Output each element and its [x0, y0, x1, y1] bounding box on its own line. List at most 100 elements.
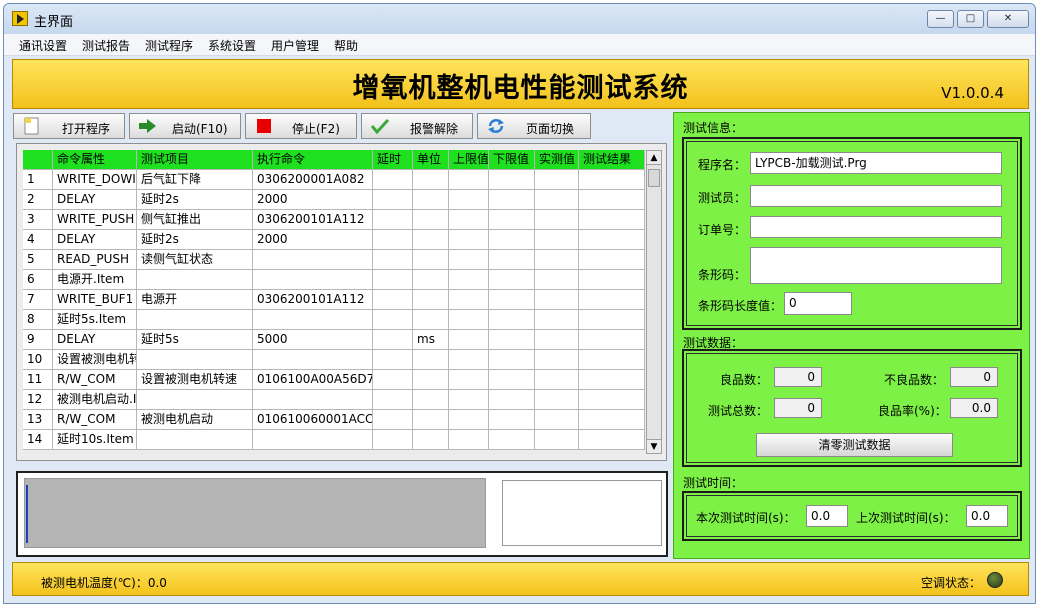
- table-cell: [373, 290, 413, 310]
- table-cell: 12: [23, 390, 53, 410]
- table-scrollbar[interactable]: ▲ ▼: [646, 150, 662, 454]
- close-button[interactable]: ✕: [987, 10, 1029, 28]
- table-cell: [413, 170, 449, 190]
- table-cell: [579, 430, 645, 450]
- table-cell: [137, 310, 253, 330]
- scroll-thumb[interactable]: [648, 169, 660, 187]
- table-cell: 延时2s: [137, 230, 253, 250]
- table-cell: [535, 330, 579, 350]
- table-cell: 设置被测电机转速: [137, 370, 253, 390]
- table-row[interactable]: 14 延时10s.Item: [23, 430, 645, 450]
- program-name-field[interactable]: LYPCB-加载测试.Prg: [750, 152, 1002, 174]
- table-header-row: 命令属性 测试项目 执行命令 延时 单位 上限值 下限值 实测值 测试结果: [23, 150, 645, 170]
- column-header: 命令属性: [53, 150, 137, 170]
- menu-test-report[interactable]: 测试报告: [82, 37, 130, 54]
- table-cell: 11: [23, 370, 53, 390]
- title-bar: 主界面 — □ ✕: [4, 4, 1035, 34]
- table-cell: 延时2s: [137, 190, 253, 210]
- table-cell: [489, 170, 535, 190]
- table-row[interactable]: 11 R/W_COM 设置被测电机转速 0106100A00A56D73: [23, 370, 645, 390]
- table-row[interactable]: 1 WRITE_DOWI 后气缸下降 0306200001A082: [23, 170, 645, 190]
- table-cell: [535, 250, 579, 270]
- table-row[interactable]: 8 延时5s.Item: [23, 310, 645, 330]
- table-cell: [489, 190, 535, 210]
- refresh-icon: [486, 117, 506, 135]
- main-window: 主界面 — □ ✕ 通讯设置 测试报告 测试程序 系统设置 用户管理 帮助 增氧…: [3, 3, 1036, 604]
- table-cell: [373, 190, 413, 210]
- table-row[interactable]: 5 READ_PUSH 读侧气缸状态: [23, 250, 645, 270]
- test-info-section: 程序名： LYPCB-加载测试.Prg 测试员： 订单号： 条形码： 条形码长度…: [682, 137, 1022, 330]
- table-cell: 设置被测电机转: [53, 350, 137, 370]
- table-cell: [535, 270, 579, 290]
- menu-system-settings[interactable]: 系统设置: [208, 37, 256, 54]
- motor-temperature: 被测电机温度(℃)：0.0: [41, 576, 167, 590]
- table-row[interactable]: 9 DELAY 延时5s 5000 ms: [23, 330, 645, 350]
- table-row[interactable]: 12 被测电机启动.I: [23, 390, 645, 410]
- table-cell: [413, 290, 449, 310]
- table-cell: [373, 390, 413, 410]
- table-cell: [373, 250, 413, 270]
- table-cell: [449, 270, 489, 290]
- alarm-reset-button[interactable]: 报警解除: [361, 113, 473, 139]
- barcode-field[interactable]: [750, 247, 1002, 284]
- table-row[interactable]: 10 设置被测电机转: [23, 350, 645, 370]
- stop-button[interactable]: 停止(F2): [245, 113, 357, 139]
- table-cell: [535, 410, 579, 430]
- menu-user-management[interactable]: 用户管理: [271, 37, 319, 54]
- table-cell: [413, 370, 449, 390]
- menu-help[interactable]: 帮助: [334, 37, 358, 54]
- table-cell: [579, 330, 645, 350]
- table-cell: 读侧气缸状态: [137, 250, 253, 270]
- table-cell: [413, 410, 449, 430]
- menu-comm-settings[interactable]: 通讯设置: [19, 37, 67, 54]
- table-cell: [579, 310, 645, 330]
- table-cell: [579, 370, 645, 390]
- page-switch-button[interactable]: 页面切换: [477, 113, 591, 139]
- table-cell: [253, 310, 373, 330]
- table-row[interactable]: 2 DELAY 延时2s 2000: [23, 190, 645, 210]
- open-file-icon: [22, 117, 42, 135]
- table-cell: 2: [23, 190, 53, 210]
- open-program-button[interactable]: 打开程序: [13, 113, 125, 139]
- scroll-down-arrow-icon[interactable]: ▼: [647, 439, 661, 453]
- progress-display: [24, 478, 486, 548]
- table-cell: 9: [23, 330, 53, 350]
- table-cell: [579, 410, 645, 430]
- table-cell: [373, 430, 413, 450]
- table-cell: [413, 190, 449, 210]
- table-row[interactable]: 3 WRITE_PUSH 侧气缸推出 0306200101A112: [23, 210, 645, 230]
- table-cell: [489, 410, 535, 430]
- table-cell: [413, 210, 449, 230]
- column-header: 执行命令: [253, 150, 373, 170]
- table-cell: [449, 210, 489, 230]
- order-number-field[interactable]: [750, 216, 1002, 238]
- table-cell: WRITE_PUSH: [53, 210, 137, 230]
- table-cell: WRITE_DOWI: [53, 170, 137, 190]
- table-cell: 侧气缸推出: [137, 210, 253, 230]
- tester-field[interactable]: [750, 185, 1002, 207]
- scroll-up-arrow-icon[interactable]: ▲: [647, 151, 661, 165]
- minimize-button[interactable]: —: [927, 10, 954, 28]
- table-cell: [449, 310, 489, 330]
- table-cell: [413, 230, 449, 250]
- table-cell: 电源开: [137, 290, 253, 310]
- table-row[interactable]: 4 DELAY 延时2s 2000: [23, 230, 645, 250]
- table-cell: R/W_COM: [53, 410, 137, 430]
- clear-test-data-button[interactable]: 清零测试数据: [756, 433, 953, 457]
- table-cell: 2000: [253, 230, 373, 250]
- table-row[interactable]: 6 电源开.Item: [23, 270, 645, 290]
- table-cell: [373, 350, 413, 370]
- maximize-button[interactable]: □: [957, 10, 984, 28]
- column-header: 实测值: [535, 150, 579, 170]
- menu-test-program[interactable]: 测试程序: [145, 37, 193, 54]
- table-row[interactable]: 13 R/W_COM 被测电机启动 010610060001ACCE: [23, 410, 645, 430]
- start-button[interactable]: 启动(F10): [129, 113, 241, 139]
- barcode-length-field[interactable]: 0: [784, 292, 852, 315]
- ac-status-led-icon: [987, 572, 1003, 588]
- table-cell: [489, 330, 535, 350]
- table-row[interactable]: 7 WRITE_BUF1 电源开 0306200101A112: [23, 290, 645, 310]
- table-cell: [373, 210, 413, 230]
- table-cell: [373, 310, 413, 330]
- table-cell: [413, 350, 449, 370]
- ac-status-label: 空调状态：: [921, 576, 982, 590]
